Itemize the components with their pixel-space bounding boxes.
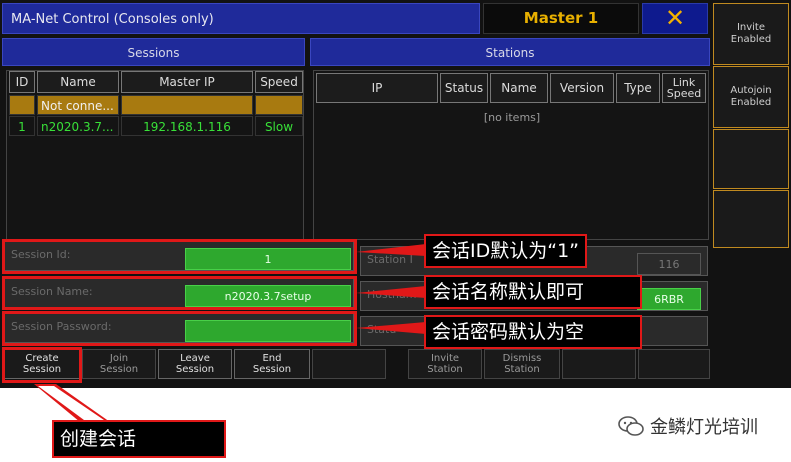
callout-pointers [34,244,426,422]
watermark-text: 金鳞灯光培训 [650,417,758,438]
callout-session-password: 会话密码默认为空 [424,315,642,349]
pointer-session-password [356,322,426,334]
pointer-session-id [356,244,426,256]
pointer-session-name [356,286,426,298]
callout-create-session: 创建会话 [52,420,226,458]
wechat-icon [618,416,644,436]
callout-session-id: 会话ID默认为“1” [424,234,588,268]
watermark: 金鳞灯光培训 [618,413,758,439]
callout-session-name: 会话名称默认即可 [424,275,642,309]
